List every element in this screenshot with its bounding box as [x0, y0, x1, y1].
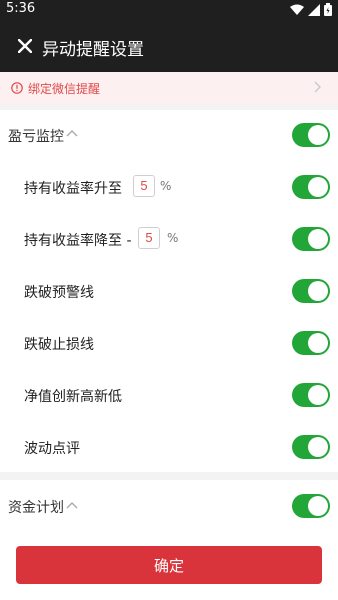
yield-fall-input[interactable] — [138, 227, 160, 249]
volatility-comment-label: 波动点评 — [24, 441, 80, 457]
nav-high-low-label: 净值创新高新低 — [24, 389, 122, 405]
status-time: 5:36 — [6, 1, 36, 16]
list-item-volatility-comment: 波动点评 — [0, 422, 338, 474]
close-button[interactable] — [12, 33, 38, 59]
stop-loss-label: 跌破止损线 — [24, 337, 94, 353]
list-item-yield-rise: 持有收益率升至 % — [0, 162, 338, 214]
confirm-button[interactable]: 确定 — [16, 546, 322, 584]
chevron-up-icon[interactable] — [66, 129, 78, 137]
title-bar: 异动提醒设置 — [0, 20, 338, 72]
wifi-icon — [290, 4, 304, 15]
fund-plan-label: 资金计划 — [8, 500, 64, 516]
list-item-yield-fall: 持有收益率降至 - % — [0, 214, 338, 266]
warning-line-toggle[interactable] — [292, 279, 330, 303]
yield-rise-label: 持有收益率升至 — [24, 181, 122, 197]
footer: 确定 — [0, 530, 338, 600]
profit-monitor-toggle[interactable] — [292, 123, 330, 147]
yield-fall-toggle[interactable] — [292, 227, 330, 251]
yield-rise-toggle[interactable] — [292, 175, 330, 199]
warning-line-label: 跌破预警线 — [24, 285, 94, 301]
stop-loss-toggle[interactable] — [292, 331, 330, 355]
list-item-warning-line: 跌破预警线 — [0, 266, 338, 318]
list-item-stop-loss: 跌破止损线 — [0, 318, 338, 370]
fund-plan-card: 资金计划 — [0, 480, 338, 530]
bind-wechat-label: 绑定微信提醒 — [28, 82, 101, 96]
profit-monitor-card: 盈亏监控 持有收益率升至 % 持有收益率降至 - % 跌破预警线 跌破止损线 净… — [0, 110, 338, 472]
chevron-up-icon[interactable] — [66, 501, 78, 509]
page-title: 异动提醒设置 — [42, 40, 144, 60]
fund-plan-toggle[interactable] — [292, 494, 330, 518]
bind-wechat-banner[interactable]: 绑定微信提醒 — [0, 72, 338, 104]
status-bar: 5:36 — [0, 0, 338, 20]
profit-monitor-header: 盈亏监控 — [0, 110, 338, 162]
fund-plan-header: 资金计划 — [0, 480, 338, 530]
info-icon — [11, 82, 23, 94]
chevron-right-icon — [314, 81, 321, 93]
list-item-nav-high-low: 净值创新高新低 — [0, 370, 338, 422]
yield-rise-unit: % — [160, 179, 172, 193]
status-icons — [290, 3, 332, 16]
close-icon — [18, 39, 32, 53]
volatility-comment-toggle[interactable] — [292, 435, 330, 459]
yield-fall-unit: % — [167, 231, 179, 245]
battery-icon — [324, 3, 332, 16]
yield-fall-label: 持有收益率降至 - — [24, 233, 132, 249]
nav-high-low-toggle[interactable] — [292, 383, 330, 407]
yield-rise-input[interactable] — [133, 175, 155, 197]
profit-monitor-label: 盈亏监控 — [8, 129, 64, 145]
signal-icon — [308, 3, 320, 16]
